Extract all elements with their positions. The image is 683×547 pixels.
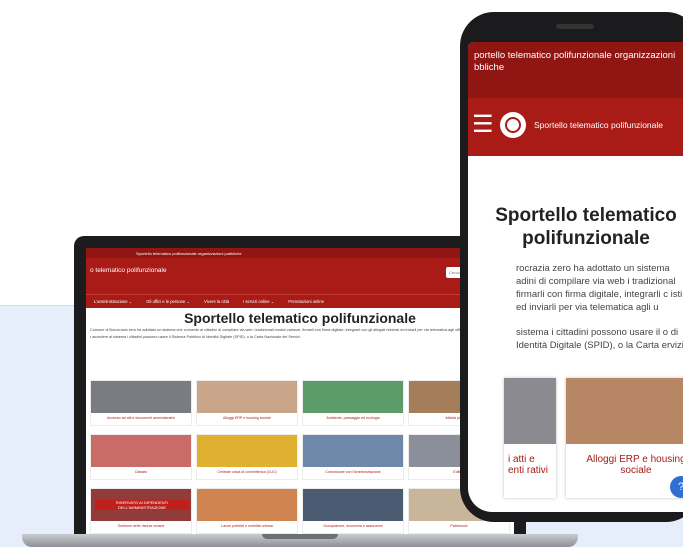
nav-item-servizi-online[interactable]: I servizi online ⌄ bbox=[243, 299, 274, 304]
service-card[interactable]: Alloggi ERP e housing sociale bbox=[196, 380, 298, 426]
service-card-image bbox=[504, 378, 556, 444]
reserved-banner: RISERVATO AI DIPENDENTI DELL'AMMINISTRAZ… bbox=[95, 500, 189, 510]
phone-header: ☰ Sportello telematico polifunzionale bbox=[468, 98, 683, 156]
laptop-page-title: Sportello telematico polifunzionale bbox=[184, 310, 416, 326]
service-card[interactable]: Comunicare con l'Amministrazione bbox=[302, 434, 404, 480]
laptop-frame: Sportello telematico polifunzionale orga… bbox=[74, 236, 526, 536]
laptop-topbar-text: Sportello telematico polifunzionale orga… bbox=[136, 250, 242, 256]
logo-icon[interactable] bbox=[500, 112, 526, 138]
service-card-label: Alloggi ERP e housing sociale bbox=[223, 416, 271, 420]
service-card-label: Alloggi ERP e housing sociale bbox=[586, 454, 683, 476]
service-card[interactable]: Centrale unica di committenza (CUC) bbox=[196, 434, 298, 480]
service-card-image bbox=[197, 489, 297, 521]
service-card-image bbox=[303, 435, 403, 467]
service-card[interactable]: RISERVATO AI DIPENDENTI DELL'AMMINISTRAZ… bbox=[90, 488, 192, 534]
service-card[interactable]: Catasto bbox=[90, 434, 192, 480]
service-card-label: Patrimonio bbox=[450, 524, 468, 528]
phone-service-cards: i atti e enti rativi Alloggi ERP e housi… bbox=[504, 378, 683, 498]
nav-item-prenotazioni[interactable]: Prenotazioni online bbox=[288, 299, 324, 304]
phone-topbar-text: portello telematico polifunzionale organ… bbox=[474, 50, 676, 73]
phone-topbar: portello telematico polifunzionale organ… bbox=[468, 42, 683, 98]
service-card[interactable]: i atti e enti rativi bbox=[504, 378, 556, 498]
phone-intro-paragraph: rocrazia zero ha adottato un sistema adi… bbox=[516, 263, 683, 313]
service-card-label: Gestione delle risorse umane bbox=[117, 524, 165, 528]
service-card-image bbox=[303, 381, 403, 413]
service-card-image: RISERVATO AI DIPENDENTI DELL'AMMINISTRAZ… bbox=[91, 489, 191, 521]
service-card-image bbox=[91, 381, 191, 413]
service-card-image bbox=[91, 435, 191, 467]
nav-item-uffici[interactable]: Gli uffici e le persone ⌄ bbox=[146, 299, 190, 304]
phone-frame: portello telematico polifunzionale organ… bbox=[460, 12, 683, 522]
service-card[interactable]: Occupazione, economia e assunzioni bbox=[302, 488, 404, 534]
laptop-notch bbox=[262, 534, 338, 539]
service-card-image bbox=[303, 489, 403, 521]
hamburger-menu-icon[interactable]: ☰ bbox=[472, 113, 494, 137]
service-card-label: Catasto bbox=[134, 470, 148, 474]
service-card-label: Comunicare con l'Amministrazione bbox=[325, 470, 381, 474]
service-card-label: Accesso ad atti e documenti amministrati… bbox=[107, 416, 175, 420]
service-card[interactable]: Ambiente, paesaggio ed ecologia bbox=[302, 380, 404, 426]
phone-screen: portello telematico polifunzionale organ… bbox=[468, 42, 683, 512]
service-card[interactable]: Lavori pubblici e mobilità urbana bbox=[196, 488, 298, 534]
phone-page-title: Sportello telematico polifunzionale bbox=[495, 205, 677, 249]
nav-item-vivere-citta[interactable]: Vivere la città bbox=[204, 299, 229, 304]
laptop-screen: Sportello telematico polifunzionale orga… bbox=[86, 248, 514, 534]
laptop-header: o telematico polifunzionale Cerca... bbox=[86, 258, 514, 294]
phone-header-title[interactable]: Sportello telematico polifunzionale bbox=[534, 120, 663, 130]
service-card-label: Occupazione, economia e assunzioni bbox=[323, 524, 383, 528]
laptop-header-title[interactable]: o telematico polifunzionale bbox=[90, 267, 167, 274]
service-card-label: Ambiente, paesaggio ed ecologia bbox=[326, 416, 380, 420]
nav-item-amministrazione[interactable]: L'amministrazione ⌄ bbox=[94, 299, 132, 304]
phone-speaker bbox=[556, 24, 594, 29]
laptop-topbar: Sportello telematico polifunzionale orga… bbox=[86, 248, 514, 258]
service-card-image bbox=[197, 435, 297, 467]
phone-access-paragraph: sistema i cittadini possono usare il o d… bbox=[516, 327, 683, 351]
laptop-service-grid: Accesso ad atti e documenti amministrati… bbox=[90, 380, 510, 534]
service-card-label: Centrale unica di committenza (CUC) bbox=[217, 470, 277, 474]
service-card[interactable]: Accesso ad atti e documenti amministrati… bbox=[90, 380, 192, 426]
service-card-label: i atti e enti rativi bbox=[508, 454, 549, 476]
service-card[interactable]: Alloggi ERP e housing sociale bbox=[566, 378, 683, 498]
laptop-nav: L'amministrazione ⌄ Gli uffici e le pers… bbox=[86, 294, 514, 308]
laptop-access-paragraph: r accedere al sistema i cittadini posson… bbox=[90, 335, 301, 339]
service-card-label: Lavori pubblici e mobilità urbana bbox=[221, 524, 273, 528]
laptop-intro-paragraph: Comune di Burocrazia zero ha adottato un… bbox=[90, 328, 484, 332]
service-card-image bbox=[197, 381, 297, 413]
service-card-image bbox=[566, 378, 683, 444]
